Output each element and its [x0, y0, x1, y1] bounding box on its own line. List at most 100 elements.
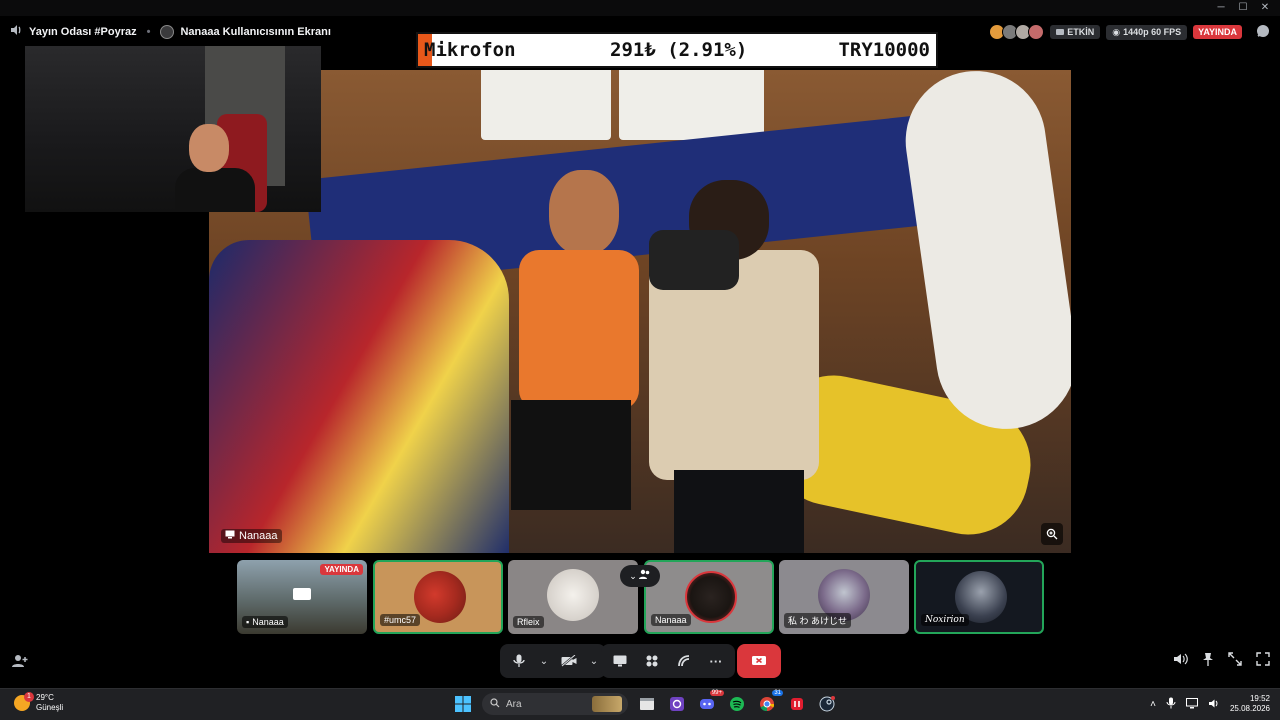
participant-name: 私 わ あけじせ [784, 613, 852, 628]
participant-tile[interactable]: Rfleix [508, 560, 638, 634]
screen-avatar-icon [160, 24, 175, 39]
discord-icon[interactable]: 99+ [696, 690, 724, 715]
fullscreen-icon[interactable] [1256, 652, 1270, 671]
chat-bubble-icon[interactable] [1256, 24, 1270, 40]
viewer-avatars[interactable] [989, 24, 1045, 40]
participants-toggle[interactable]: ⌄ [620, 565, 660, 587]
clock[interactable]: 19:52 25.08.2026 [1230, 694, 1270, 714]
maximize-icon[interactable]: ☐ [1232, 1, 1254, 15]
participant-tile[interactable]: Noxirion [914, 560, 1044, 634]
stream-owner-label: Nanaaa [221, 529, 282, 543]
more-options-button[interactable]: ··· [703, 648, 729, 674]
donation-goal-overlay: Mikrofon 291₺ (2.91%) TRY10000 [416, 32, 938, 68]
app-icon-red[interactable] [786, 693, 808, 715]
surfboard [896, 70, 1071, 438]
participant-name: Noxirion [921, 614, 969, 626]
chrome-icon[interactable]: 31 [756, 690, 783, 715]
audio-video-group: ⌄ ⌄ [500, 644, 606, 678]
chevron-down-icon: ⌄ [629, 570, 637, 581]
participant-tile[interactable]: YAYINDA ▪ Nanaaa [237, 560, 367, 634]
screen-icon: ▪ [246, 617, 250, 627]
mute-button[interactable] [506, 648, 532, 674]
pin-icon[interactable] [1202, 652, 1214, 671]
inflatable-float [209, 240, 509, 553]
person-figure [499, 170, 649, 553]
goal-amount: TRY10000 [838, 39, 930, 61]
clock-time: 19:52 [1249, 694, 1270, 703]
screen-share-icon [293, 588, 311, 600]
participant-name: Nanaaa [651, 614, 691, 626]
system-tray: ˄ 19:52 25.08.2026 [1150, 694, 1270, 714]
weather-temp: 29°C [36, 693, 54, 702]
screen-share-stream[interactable]: Nanaaa [209, 70, 1071, 553]
minimize-icon[interactable]: ─ [1210, 1, 1232, 15]
app-icon-purple[interactable] [666, 693, 688, 715]
participant-tile[interactable]: #umc57 [373, 560, 503, 634]
popout-icon[interactable] [1228, 652, 1242, 671]
webcam-feed[interactable] [25, 46, 321, 212]
clock-date: 25.08.2026 [1229, 704, 1270, 713]
invite-user-icon[interactable] [12, 654, 28, 673]
screen-title: Nanaaa Kullanıcısının Ekranı [180, 25, 331, 38]
camera-button[interactable] [556, 648, 582, 674]
windows-start-icon[interactable] [452, 693, 474, 715]
stream-owner-name: Nanaaa [239, 530, 278, 542]
actions-group: ··· [601, 644, 735, 678]
chevron-down-icon: ⌄ [539, 655, 549, 667]
close-icon[interactable]: ✕ [1254, 1, 1276, 15]
screen-share-button[interactable] [607, 648, 633, 674]
participant-avatar [685, 571, 737, 623]
display-icon[interactable] [1185, 697, 1198, 711]
binoculars [649, 230, 739, 290]
os-taskbar: 1 29°C Güneşli Ara 99+ 31 ˄ 19:52 25.08.… [0, 688, 1280, 720]
stream-quality: 1440p 60 FPS [1123, 27, 1182, 37]
eye-icon: ◉ [1112, 26, 1121, 37]
participant-avatar [547, 569, 599, 621]
notification-badge: 1 [24, 692, 34, 702]
taskbar-search[interactable]: Ara [482, 693, 628, 715]
header-status: ETKİN ◉ 1440p 60 FPS YAYINDA [989, 24, 1270, 40]
activity-pill[interactable]: ETKİN [1050, 25, 1101, 39]
breadcrumb-separator: • [146, 25, 151, 38]
spotify-icon[interactable] [726, 693, 748, 715]
participant-tile[interactable]: 私 わ あけじせ [779, 560, 909, 634]
tray-mic-icon[interactable] [1166, 697, 1176, 711]
zoom-in-button[interactable] [1041, 523, 1063, 545]
disconnect-button[interactable] [737, 644, 781, 678]
discord-badge: 99+ [709, 690, 724, 696]
speaker-channel-icon [10, 24, 23, 39]
sun-icon: 1 [14, 692, 34, 711]
participant-avatar [414, 571, 466, 623]
camera-options-chevron[interactable]: ⌄ [588, 648, 600, 674]
ellipsis-icon: ··· [709, 653, 723, 669]
channel-name[interactable]: Yayın Odası #Poyraz [29, 26, 137, 38]
goal-progress: 291₺ (2.91%) [610, 39, 748, 61]
goal-item: Mikrofon [424, 39, 516, 61]
screen-icon [225, 530, 235, 542]
volume-icon[interactable] [1173, 652, 1188, 671]
search-placeholder: Ara [506, 698, 522, 710]
tray-volume-icon[interactable] [1208, 698, 1220, 711]
activity-icon [1056, 29, 1065, 35]
mic-options-chevron[interactable]: ⌄ [538, 648, 550, 674]
participant-tile[interactable]: Nanaaa [644, 560, 774, 634]
view-options [1173, 652, 1270, 671]
chrome-badge: 31 [772, 690, 783, 696]
taskbar-apps: Ara 99+ 31 [452, 690, 838, 715]
participant-name: #umc57 [380, 614, 421, 626]
viewer-avatar [1028, 24, 1045, 40]
weather-desc: Güneşli [36, 703, 64, 712]
tile-live-badge: YAYINDA [320, 564, 363, 575]
steam-icon[interactable] [816, 693, 838, 715]
soundboard-button[interactable] [671, 648, 697, 674]
participant-name: Rfleix [513, 616, 544, 628]
window-titlebar: ─ ☐ ✕ [0, 0, 1280, 16]
chevron-up-icon[interactable]: ˄ [1150, 699, 1156, 710]
streamer-figure [175, 124, 255, 212]
weather-widget[interactable]: 1 29°C Güneşli [14, 692, 64, 713]
activities-button[interactable] [639, 648, 665, 674]
task-view-icon[interactable] [636, 693, 658, 715]
header-breadcrumb: Yayın Odası #Poyraz • Nanaaa Kullanıcısı… [10, 24, 331, 39]
search-icon [490, 697, 500, 711]
activity-label: ETKİN [1067, 27, 1095, 37]
